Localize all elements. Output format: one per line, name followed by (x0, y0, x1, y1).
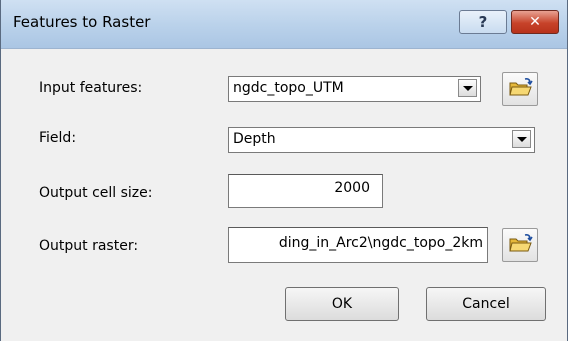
input-features-label: Input features: (39, 80, 143, 96)
field-select[interactable]: Depth (228, 127, 535, 153)
field-label: Field: (39, 130, 77, 146)
output-raster-input[interactable]: ding_in_Arc2\ngdc_topo_2km (228, 227, 488, 263)
ok-button[interactable]: OK (285, 287, 399, 321)
chevron-down-icon[interactable] (512, 130, 531, 148)
cell-size-value: 2000 (334, 180, 370, 196)
output-raster-value: ding_in_Arc2\ngdc_topo_2km (278, 235, 483, 251)
field-value: Depth (233, 131, 276, 147)
cell-size-label: Output cell size: (39, 185, 153, 201)
output-raster-label: Output raster: (39, 238, 139, 254)
features-to-raster-dialog: Features to Raster ? ✕ Input features: n… (0, 0, 568, 341)
window-title: Features to Raster (13, 13, 151, 31)
help-button[interactable]: ? (459, 10, 507, 34)
chevron-down-icon[interactable] (458, 79, 477, 97)
folder-open-icon (509, 234, 533, 252)
folder-open-icon (509, 78, 533, 96)
cancel-button[interactable]: Cancel (426, 287, 546, 321)
browse-output-button[interactable] (502, 228, 538, 262)
input-features-value: ngdc_topo_UTM (233, 80, 344, 96)
help-icon: ? (478, 13, 488, 31)
close-button[interactable]: ✕ (511, 10, 559, 34)
input-features-select[interactable]: ngdc_topo_UTM (228, 76, 481, 102)
close-icon: ✕ (529, 14, 541, 30)
cell-size-input[interactable]: 2000 (228, 174, 383, 208)
browse-input-button[interactable] (502, 72, 538, 106)
title-bar[interactable]: Features to Raster ? ✕ (1, 0, 567, 49)
